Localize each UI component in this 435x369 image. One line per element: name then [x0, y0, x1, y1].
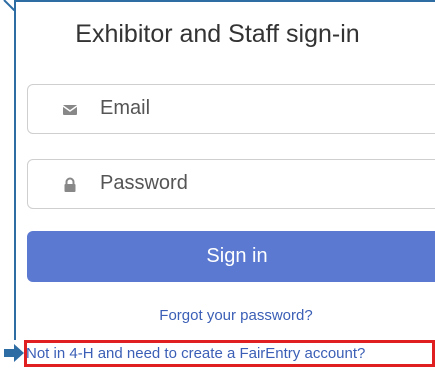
- signin-button[interactable]: Sign in: [27, 231, 435, 282]
- forgot-password-link[interactable]: Forgot your password?: [0, 307, 435, 324]
- email-placeholder: Email: [100, 97, 151, 119]
- password-placeholder: Password: [100, 172, 188, 194]
- envelope-icon: [62, 105, 78, 115]
- screenshot-stage: Exhibitor and Staff sign-in Email Passwo…: [0, 0, 435, 369]
- lock-icon: [64, 177, 76, 192]
- password-field[interactable]: Password: [27, 159, 435, 209]
- arrow-right-icon: [4, 344, 24, 362]
- create-account-link[interactable]: Not in 4-H and need to create a FairEntr…: [26, 345, 365, 362]
- page-title: Exhibitor and Staff sign-in: [75, 20, 360, 48]
- email-field[interactable]: Email: [27, 84, 435, 134]
